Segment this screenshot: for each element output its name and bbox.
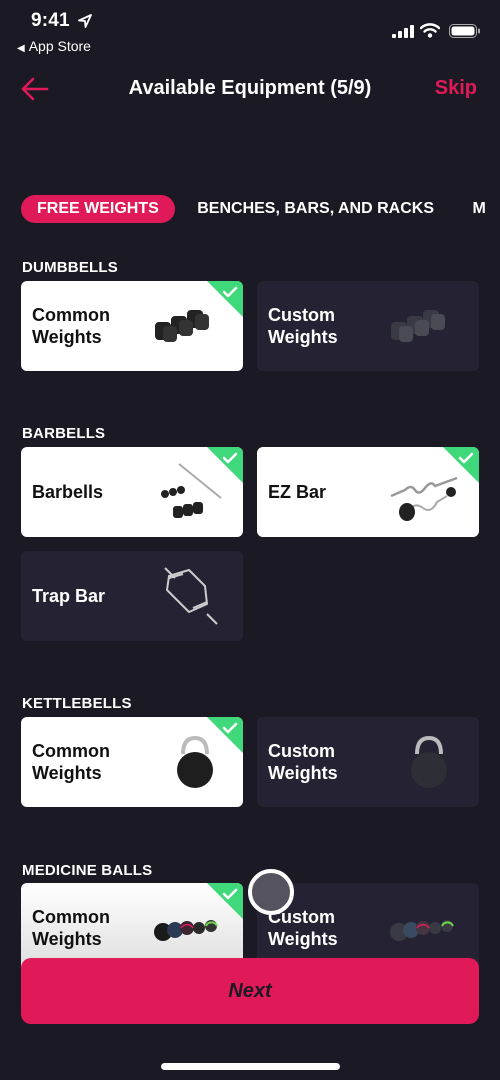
touch-indicator: [248, 869, 294, 915]
card-label: Barbells: [32, 482, 104, 502]
back-app-label: App Store: [28, 38, 91, 54]
cellular-signal-icon: [392, 25, 414, 38]
skip-button[interactable]: Skip: [435, 77, 477, 100]
location-arrow-icon: [78, 14, 92, 28]
selected-check-icon: [207, 717, 243, 753]
section-title-medicine-balls: MEDICINE BALLS: [22, 862, 153, 879]
kettlebell-icon: [411, 735, 447, 788]
tab-benches-bars-racks[interactable]: BENCHES, BARS, AND RACKS: [181, 195, 450, 223]
clock: 9:41: [31, 10, 70, 31]
card-label: Common Weights: [32, 305, 110, 347]
medicine-balls-icon: [390, 920, 454, 941]
nav-bar: Available Equipment (5/9) Skip: [0, 68, 500, 112]
selected-check-icon: [207, 281, 243, 317]
card-dumbbells-common[interactable]: Common Weights: [21, 281, 243, 371]
card-label: Custom Weights: [268, 305, 338, 347]
card-barbells[interactable]: Barbells: [21, 447, 243, 537]
card-label: Common Weights: [32, 907, 110, 949]
page-title: Available Equipment (5/9): [128, 77, 372, 99]
battery-icon: [449, 24, 480, 38]
selected-check-icon: [207, 447, 243, 483]
status-bar: 9:41 ◀ App Store: [0, 0, 500, 60]
next-button[interactable]: Next: [21, 958, 479, 1024]
card-label: Custom Weights: [268, 741, 338, 783]
section-title-barbells: BARBELLS: [22, 425, 106, 442]
home-indicator[interactable]: [161, 1063, 340, 1070]
wifi-icon: [420, 23, 440, 38]
tab-more[interactable]: M: [456, 195, 500, 223]
section-title-kettlebells: KETTLEBELLS: [22, 695, 132, 712]
section-title-dumbbells: DUMBBELLS: [22, 259, 118, 276]
card-dumbbells-custom[interactable]: Custom Weights: [257, 281, 479, 371]
back-triangle-icon: ◀: [17, 43, 25, 54]
tab-free-weights[interactable]: FREE WEIGHTS: [21, 195, 175, 223]
card-trap-bar[interactable]: Trap Bar: [21, 551, 243, 641]
category-tabs: FREE WEIGHTS BENCHES, BARS, AND RACKS M: [21, 195, 500, 223]
card-label: EZ Bar: [268, 482, 327, 502]
card-label: Custom Weights: [268, 907, 338, 949]
back-to-app-store[interactable]: ◀ App Store: [17, 38, 91, 54]
card-label: Trap Bar: [32, 586, 106, 606]
dumbbells-icon: [391, 310, 445, 342]
card-kettlebells-custom[interactable]: Custom Weights: [257, 717, 479, 807]
trap-bar-icon: [164, 567, 218, 625]
card-ez-bar[interactable]: EZ Bar: [257, 447, 479, 537]
selected-check-icon: [443, 447, 479, 483]
card-label: Common Weights: [32, 741, 110, 783]
card-kettlebells-common[interactable]: Common Weights: [21, 717, 243, 807]
selected-check-icon: [207, 883, 243, 919]
